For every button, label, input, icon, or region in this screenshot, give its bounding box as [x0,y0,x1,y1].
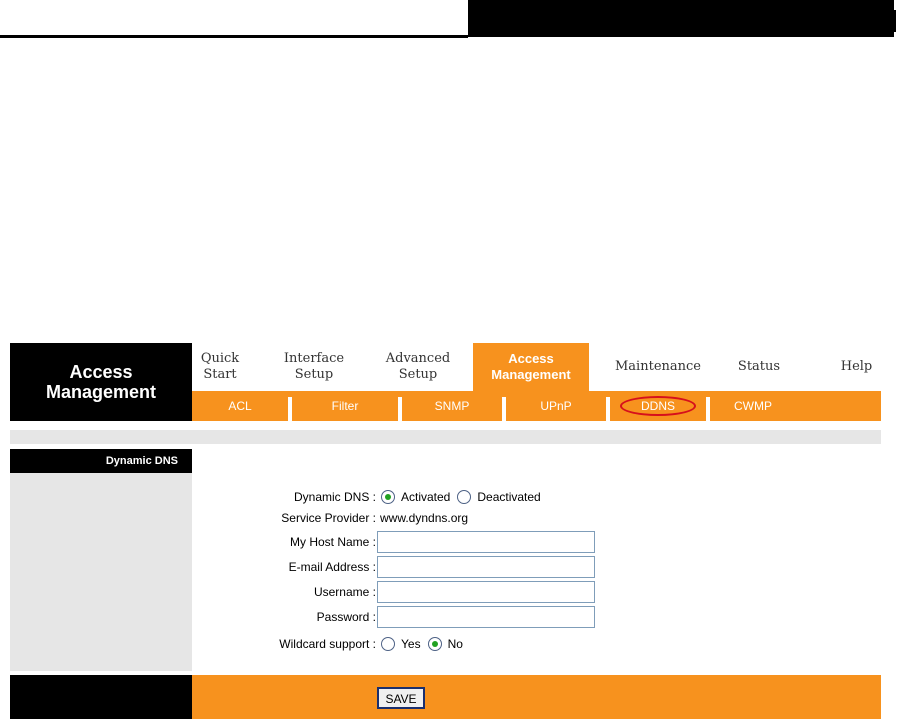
nav-tab-access-management[interactable]: Access Management [473,343,589,391]
document-header-tick [894,10,896,32]
main-nav: Quick Start Interface Setup Advanced Set… [192,343,881,391]
nav-tab-label: Management [491,367,571,382]
sub-tab-filter[interactable]: Filter [292,391,398,421]
wildcard-label: Wildcard support : [279,637,376,651]
nav-tab-maintenance[interactable]: Maintenance [606,343,710,391]
sub-tab-snmp[interactable]: SNMP [402,391,502,421]
save-button[interactable]: SAVE [377,687,425,709]
document-header-rule [0,35,468,38]
nav-tab-label: Maintenance [615,359,701,374]
email-field[interactable] [377,556,595,578]
service-provider-label: Service Provider : [281,511,376,525]
wildcard-no-label: No [447,637,463,651]
nav-tab-label: Status [737,359,781,374]
nav-tab-status[interactable]: Status [722,343,796,391]
username-label: Username : [313,585,376,599]
password-field[interactable] [377,606,595,628]
dynamic-dns-radio-group: Activated Deactivated [381,486,548,508]
nav-tab-label: Access [508,351,554,366]
nav-tab-label: Help [840,359,873,374]
ddns-highlight-ring [620,396,696,416]
document-header-bar [468,0,894,37]
deactivated-radio[interactable] [457,490,472,504]
nav-tab-interface-setup[interactable]: Interface Setup [280,343,348,391]
wildcard-yes-radio[interactable] [381,637,395,651]
sub-tab-cwmp[interactable]: CWMP [710,391,796,421]
activated-radio[interactable] [381,490,395,504]
password-row: Password : [192,606,881,628]
host-name-label: My Host Name : [289,535,376,549]
nav-tab-label: Advanced [385,351,451,366]
left-column-panel [10,473,192,671]
sub-nav: ACL Filter SNMP UPnP DDNS CWMP [192,391,881,421]
nav-tab-quick-start[interactable]: Quick Start [192,343,248,391]
nav-tab-label: Interface [283,351,345,366]
activated-label: Activated [401,490,451,504]
nav-tab-advanced-setup[interactable]: Advanced Setup [378,343,458,391]
nav-tab-label: Quick [200,351,240,366]
section-brand: Access Management [10,343,192,421]
footer-bar: SAVE [192,675,881,719]
password-label: Password : [316,610,376,624]
wildcard-yes-label: Yes [401,637,421,651]
nav-tab-label: Setup [398,367,438,382]
service-provider-row: Service Provider : www.dyndns.org [192,507,881,529]
sub-tab-acl[interactable]: ACL [192,391,288,421]
host-name-row: My Host Name : [192,531,881,553]
deactivated-label: Deactivated [477,490,541,504]
nav-tab-label: Start [203,367,237,382]
wildcard-no-radio[interactable] [427,637,442,651]
nav-tab-label: Setup [294,367,334,382]
wildcard-radio-group: Yes No [381,633,470,655]
router-config-panel: Access Management Quick Start Interface … [10,343,881,719]
username-row: Username : [192,581,881,603]
host-name-field[interactable] [377,531,595,553]
ddns-form: Dynamic DNS : Activated Deactivated Serv… [192,449,881,671]
email-row: E-mail Address : [192,556,881,578]
dynamic-dns-label: Dynamic DNS : [293,490,376,504]
email-label: E-mail Address : [288,560,376,574]
sub-tab-upnp[interactable]: UPnP [506,391,606,421]
wildcard-row: Wildcard support : Yes No [192,633,881,655]
service-provider-value: www.dyndns.org [380,511,469,525]
divider-strip [10,430,881,444]
dynamic-dns-row: Dynamic DNS : Activated Deactivated [192,486,881,508]
username-field[interactable] [377,581,595,603]
brand-line-2: Management [45,382,157,402]
footer-left-block [10,675,192,719]
section-title: Dynamic DNS [10,449,192,473]
brand-line-1: Access [69,362,133,382]
nav-tab-help[interactable]: Help [832,343,881,391]
